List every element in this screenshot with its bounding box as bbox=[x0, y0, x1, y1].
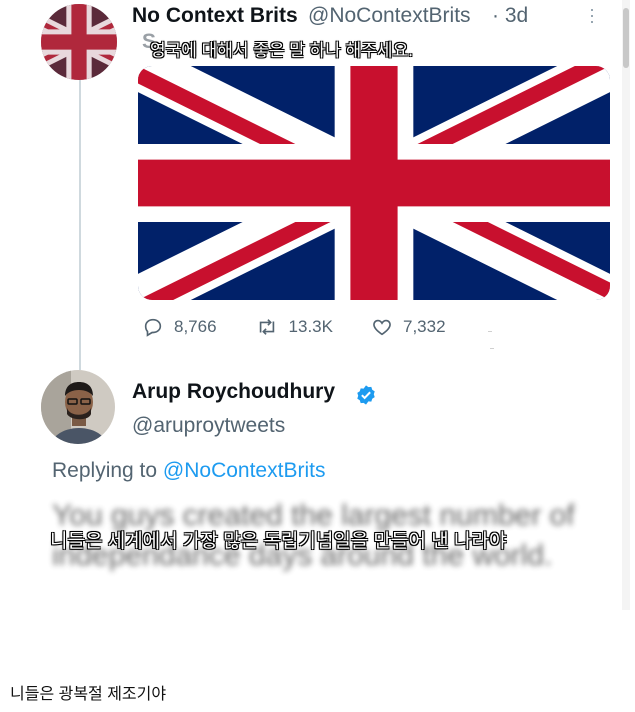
reply-action[interactable]: 8,766 bbox=[142, 316, 217, 338]
replying-to-line: Replying to @NoContextBrits bbox=[52, 459, 325, 483]
divider-mark bbox=[490, 348, 494, 349]
retweet-count: 13.3K bbox=[288, 317, 333, 336]
divider-mark bbox=[488, 331, 492, 332]
reply-count: 8,766 bbox=[174, 317, 217, 336]
more-icon[interactable]: · · · bbox=[587, 0, 597, 30]
retweet-icon bbox=[259, 319, 274, 335]
reply-author-handle[interactable]: @aruproytweets bbox=[132, 414, 285, 438]
reply-author-name[interactable]: Arup Roychoudhury bbox=[132, 380, 335, 404]
union-jack-flag-icon bbox=[138, 66, 610, 300]
author-name[interactable]: No Context Brits bbox=[132, 4, 298, 28]
avatar-arup[interactable] bbox=[41, 370, 115, 444]
scrollbar[interactable] bbox=[622, 0, 630, 610]
retweet-action[interactable]: 13.3K bbox=[255, 316, 333, 338]
author-handle[interactable]: @NoContextBrits bbox=[308, 4, 471, 28]
korean-subtitle-top: 영국에 대해서 좋은 말 하나 해주세요. bbox=[150, 41, 413, 60]
like-icon bbox=[373, 319, 391, 336]
thread-line bbox=[79, 80, 81, 370]
union-jack-image[interactable] bbox=[138, 66, 610, 300]
like-action[interactable]: 7,332 bbox=[371, 316, 446, 338]
tweet-time[interactable]: · 3d bbox=[492, 4, 528, 28]
union-jack-avatar-icon bbox=[41, 4, 117, 80]
verified-badge-icon bbox=[357, 385, 375, 405]
reply-icon bbox=[144, 318, 162, 337]
tweet-screenshot: No Context Brits @NoContextBrits · 3d · ·… bbox=[10, 0, 630, 610]
replying-to-mention[interactable]: @NoContextBrits bbox=[163, 459, 326, 482]
korean-subtitle-bottom: 니들은 세계에서 가장 많은 독립기념일을 만들어 낸 나라야 bbox=[50, 531, 507, 552]
tweet-actions: 8,766 13.3K 7,332 bbox=[142, 316, 484, 338]
avatar-no-context-brits[interactable] bbox=[41, 4, 117, 80]
person-avatar-icon bbox=[41, 370, 115, 444]
like-count: 7,332 bbox=[402, 317, 446, 336]
scroll-thumb[interactable] bbox=[623, 8, 629, 68]
replying-to-label: Replying to bbox=[52, 459, 163, 482]
post-caption: 니들은 광복절 제조기야 bbox=[10, 686, 167, 703]
